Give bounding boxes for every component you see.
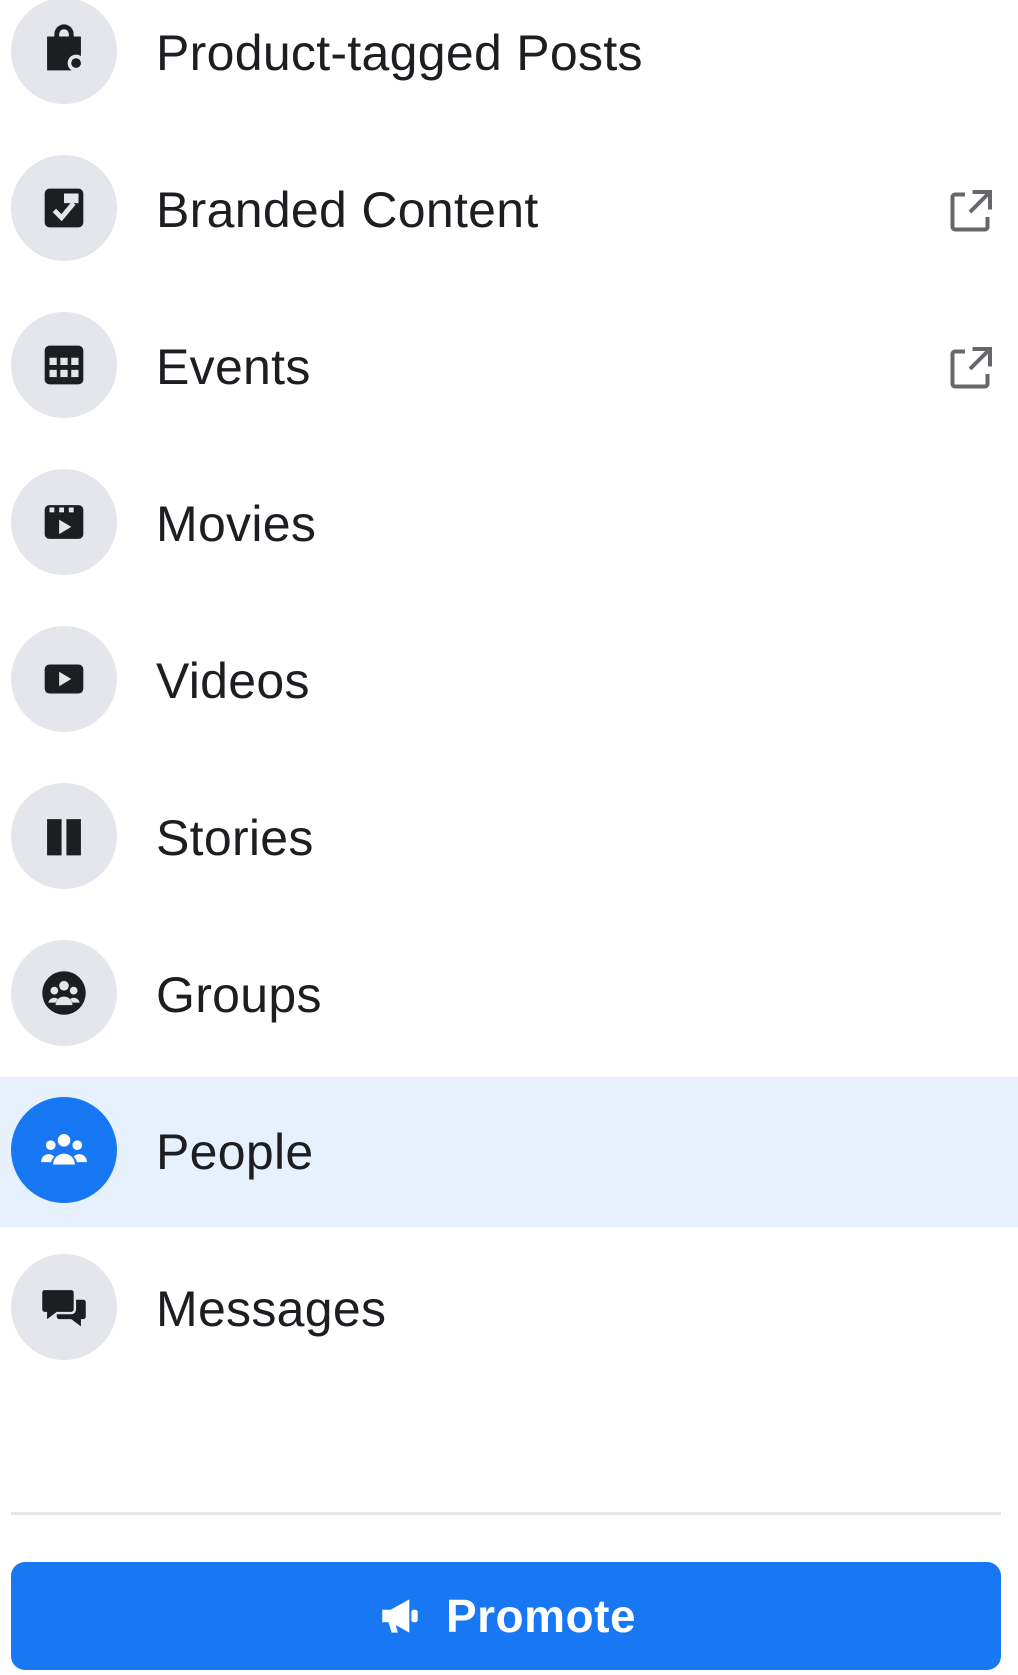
- menu-item-label: Branded Content: [156, 182, 539, 238]
- people-icon: [11, 1097, 117, 1203]
- menu-item-stories[interactable]: Stories: [0, 763, 1018, 913]
- menu-item-label: Groups: [156, 967, 322, 1023]
- menu-item-branded-content[interactable]: Branded Content: [0, 135, 1018, 285]
- menu-item-events[interactable]: Events: [0, 292, 1018, 442]
- menu-item-label: Messages: [156, 1281, 387, 1337]
- groups-icon: [11, 940, 117, 1046]
- menu-item-label: Events: [156, 339, 311, 395]
- menu-item-messages[interactable]: Messages: [0, 1234, 1018, 1384]
- menu-item-movies[interactable]: Movies: [0, 449, 1018, 599]
- external-link-icon[interactable]: [940, 339, 1000, 399]
- menu-item-label: Videos: [156, 653, 310, 709]
- megaphone-icon: [382, 1599, 418, 1633]
- shopping-bag-tag-icon: [11, 0, 117, 104]
- menu-item-product-tagged-posts[interactable]: Product-tagged Posts: [0, 0, 1018, 128]
- menu-item-groups[interactable]: Groups: [0, 920, 1018, 1070]
- video-play-icon: [11, 626, 117, 732]
- branded-content-icon: [11, 155, 117, 261]
- external-link-icon[interactable]: [940, 182, 1000, 242]
- divider: [11, 1512, 1001, 1515]
- menu-item-label: Stories: [156, 810, 314, 866]
- promote-label: Promote: [445, 1590, 637, 1642]
- promote-button[interactable]: Promote: [11, 1562, 1001, 1670]
- clapperboard-icon: [11, 469, 117, 575]
- menu-item-people[interactable]: People: [0, 1077, 1018, 1227]
- menu-item-videos[interactable]: Videos: [0, 606, 1018, 756]
- menu-item-label: Movies: [156, 496, 317, 552]
- book-icon: [11, 783, 117, 889]
- chat-bubbles-icon: [11, 1254, 117, 1360]
- menu-item-label: Product-tagged Posts: [156, 25, 643, 81]
- calendar-icon: [11, 312, 117, 418]
- menu-item-label: People: [156, 1124, 314, 1180]
